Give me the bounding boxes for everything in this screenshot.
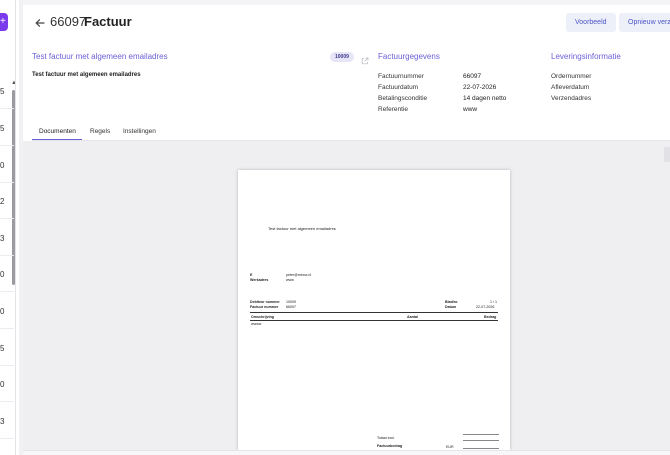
list-item[interactable]: 5 xyxy=(0,124,12,133)
field-value: 14 dagen netto xyxy=(463,95,507,102)
doc-currency: EUR xyxy=(446,445,454,449)
doc-debtor-value: 10009 xyxy=(286,300,296,304)
page-title: Factuur xyxy=(84,14,132,29)
active-tab-indicator xyxy=(32,139,82,140)
tab-lines[interactable]: Regels xyxy=(90,128,110,135)
scroll-up-icon[interactable]: ▲ xyxy=(11,80,15,86)
field-value: www xyxy=(463,106,478,113)
doc-page-value: 1 / 1 xyxy=(490,300,497,304)
doc-col-description: Omschrijving xyxy=(251,315,274,319)
preview-button[interactable]: Voorbeeld xyxy=(566,13,616,32)
field-label: Ordernummer xyxy=(551,73,592,80)
tab-documents[interactable]: Documenten xyxy=(39,128,76,135)
doc-workaddress-label: Werkadres xyxy=(250,278,269,282)
resend-button[interactable]: Opnieuw verze xyxy=(619,13,670,32)
list-item[interactable]: 3 xyxy=(0,417,12,426)
back-arrow-icon[interactable] xyxy=(35,16,45,31)
list-item[interactable]: 5 xyxy=(0,344,12,353)
external-link-icon[interactable] xyxy=(361,52,369,65)
doc-email-label: E xyxy=(250,273,253,277)
doc-invoice-value: 66097 xyxy=(286,305,296,309)
invoice-number-title: 66097 xyxy=(50,14,87,29)
field-value: 22-07-2026 xyxy=(463,84,497,91)
field-label: Betalingsconditie xyxy=(378,95,428,102)
invoice-details-heading: Factuurgegevens xyxy=(378,52,440,61)
doc-invoice-amount: Factuurbedrag xyxy=(377,444,403,448)
viewer-side-handle[interactable] xyxy=(664,147,670,162)
list-item[interactable]: 5 xyxy=(0,87,12,96)
horizontal-scrollbar[interactable] xyxy=(23,450,670,455)
doc-date-label: Datum xyxy=(445,305,457,309)
summary-subtitle: Test factuur met algemeen emailadres xyxy=(32,72,141,78)
doc-col-qty: Aantal xyxy=(407,315,418,319)
invoice-document-page: Test factuur met algemeen emailadres E p… xyxy=(238,170,510,450)
field-label: Referentie xyxy=(378,106,408,113)
doc-line-item: wwww xyxy=(251,322,262,326)
doc-page-label: Blad/nr. xyxy=(445,300,459,304)
field-label: Verzendadres xyxy=(551,95,592,102)
doc-col-amount: Bedrag xyxy=(484,315,497,319)
list-item[interactable]: 3 xyxy=(0,234,12,243)
doc-heading: Test factuur met algemeen emailadres xyxy=(268,226,336,231)
list-item[interactable]: 0 xyxy=(0,270,12,279)
debtor-badge[interactable]: 10009 xyxy=(330,52,354,62)
list-item[interactable]: 0 xyxy=(0,380,12,389)
document-viewer[interactable]: Test factuur met algemeen emailadres E p… xyxy=(23,141,670,450)
doc-invoice-label: Factuur nummer xyxy=(250,305,279,309)
delivery-heading: Leveringsinformatie xyxy=(551,52,621,61)
doc-debtor-label: Debiteur nummer xyxy=(250,300,280,304)
doc-total-excl: Totaal excl. xyxy=(377,436,395,440)
field-label: Factuurdatum xyxy=(378,84,419,91)
field-label: Afleverdatum xyxy=(551,84,590,91)
add-button[interactable]: + xyxy=(0,13,8,31)
list-item[interactable]: 0 xyxy=(0,307,12,316)
field-label: Factuurnummer xyxy=(378,73,424,80)
summary-title: Test factuur met algemeen emailadres xyxy=(32,52,168,61)
list-item[interactable]: 2 xyxy=(0,197,12,206)
field-value: 66097 xyxy=(463,73,482,80)
doc-date-value: 22-07-2026 xyxy=(476,305,495,309)
list-strip: + ▲ 5 5 0 2 3 0 0 5 0 3 xyxy=(0,0,16,455)
list-item[interactable]: 0 xyxy=(0,161,12,170)
doc-email-value: peter@minox.nl xyxy=(286,273,312,277)
tab-settings[interactable]: Instellingen xyxy=(123,128,156,135)
doc-workaddress-value: www xyxy=(286,278,294,282)
invoice-detail-panel: 66097 Factuur Voorbeeld Opnieuw verze Te… xyxy=(23,0,670,455)
